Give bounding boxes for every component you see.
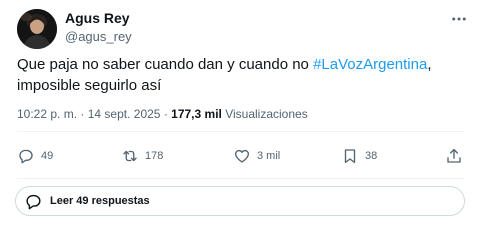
author-name[interactable]: Agus Rey bbox=[65, 10, 132, 27]
avatar[interactable] bbox=[17, 9, 57, 49]
bookmark-button[interactable]: 38 bbox=[341, 145, 377, 167]
tweet-date[interactable]: 14 sept. 2025 bbox=[88, 107, 161, 121]
bookmark-icon bbox=[344, 149, 356, 164]
tweet-time[interactable]: 10:22 p. m. bbox=[17, 107, 77, 121]
like-icon bbox=[234, 149, 250, 163]
divider bbox=[17, 131, 464, 132]
tweet-text-part: Que paja no saber cuando dan y cuando no bbox=[17, 56, 314, 73]
author-info: Agus Rey @agus_rey bbox=[65, 10, 132, 45]
divider bbox=[17, 178, 464, 179]
comment-icon bbox=[26, 194, 41, 209]
meta-separator: · bbox=[80, 107, 85, 121]
action-bar: 49 178 3 mil 38 bbox=[17, 145, 464, 167]
views-count: 177,3 mil bbox=[171, 107, 222, 121]
author-handle[interactable]: @agus_rey bbox=[65, 28, 132, 45]
reply-button[interactable]: 49 bbox=[17, 145, 53, 167]
tweet-text: Que paja no saber cuando dan y cuando no… bbox=[17, 54, 467, 96]
hashtag-link[interactable]: #LaVozArgentina bbox=[313, 56, 427, 73]
more-icon bbox=[452, 17, 466, 21]
repost-button[interactable]: 178 bbox=[121, 145, 163, 167]
views-label: Visualizaciones bbox=[225, 107, 308, 121]
more-button[interactable] bbox=[448, 8, 470, 30]
tweet-meta: 10:22 p. m. · 14 sept. 2025 · 177,3 mil … bbox=[17, 106, 308, 122]
reply-icon bbox=[19, 149, 33, 164]
meta-separator: · bbox=[163, 107, 168, 121]
read-replies-button[interactable]: Leer 49 respuestas bbox=[15, 186, 465, 216]
share-icon bbox=[447, 148, 461, 163]
share-button[interactable] bbox=[445, 145, 463, 167]
like-button[interactable]: 3 mil bbox=[233, 145, 280, 167]
like-count: 3 mil bbox=[257, 150, 281, 162]
repost-icon bbox=[123, 150, 137, 162]
bookmark-count: 38 bbox=[365, 150, 378, 162]
reply-count: 49 bbox=[41, 150, 54, 162]
repost-count: 178 bbox=[145, 150, 164, 162]
read-replies-label: Leer 49 respuestas bbox=[50, 195, 150, 207]
